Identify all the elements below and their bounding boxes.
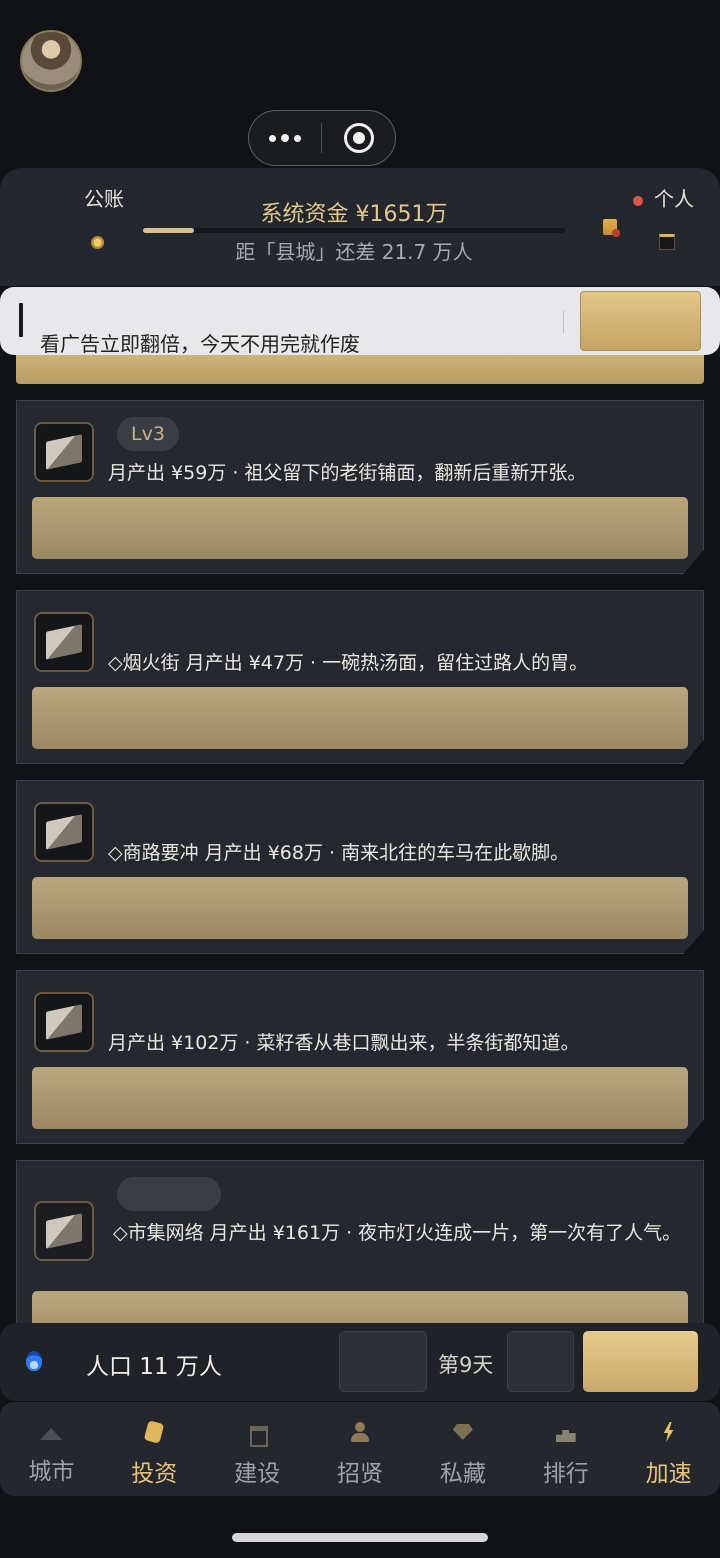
coin-icon (91, 236, 104, 249)
bolt-icon (658, 1422, 680, 1442)
chest-icon[interactable] (659, 234, 675, 250)
unlock-button[interactable] (32, 687, 688, 749)
tab-invest[interactable]: 投资 (103, 1402, 206, 1496)
level-badge: Lv3 (117, 417, 179, 451)
watch-ad-button[interactable] (580, 291, 701, 351)
status-slot-button[interactable] (507, 1331, 574, 1392)
more-menu-button[interactable] (249, 111, 321, 165)
investment-card: 月产出 ¥102万 · 菜籽香从巷口飘出来，半条街都知道。 (16, 970, 704, 1144)
money-icon (143, 1422, 165, 1442)
tab-build[interactable]: 建设 (206, 1402, 309, 1496)
card-description: ◇商路要冲 月产出 ¥68万 · 南来北往的车马在此歇脚。 (108, 842, 570, 864)
home-indicator[interactable] (232, 1533, 488, 1542)
target-icon (343, 123, 374, 153)
close-miniprogram-button[interactable] (322, 123, 395, 153)
flame-icon (26, 1351, 42, 1371)
market-building-icon (34, 1201, 94, 1261)
tab-ranking[interactable]: 排行 (514, 1402, 617, 1496)
system-funds: 系统资金 ¥1651万 (260, 202, 448, 227)
next-city-gap: 距「县城」还差 21.7 万人 (235, 240, 473, 264)
card-description: 月产出 ¥59万 · 祖父留下的老街铺面，翻新后重新开张。 (108, 462, 587, 484)
city-progress-bar (143, 228, 565, 233)
gem-icon (452, 1422, 474, 1442)
investment-card: ◇商路要冲 月产出 ¥68万 · 南来北往的车马在此歇脚。 (16, 780, 704, 954)
tab-label: 投资 (131, 1461, 178, 1487)
ad-toast: 看广告立即翻倍，今天不用完就作废 (0, 287, 720, 356)
courtyard-building-icon (34, 992, 94, 1052)
inn-building-icon (34, 802, 94, 862)
scroll-icon[interactable] (603, 219, 620, 237)
notification-dot (633, 196, 643, 206)
public-account-label[interactable]: 公账 (84, 183, 124, 212)
progress-fill (143, 228, 194, 233)
personal-account-label[interactable]: 个人 (654, 183, 694, 212)
tab-speedup[interactable]: 加速 (617, 1402, 720, 1496)
mountain-icon (40, 1428, 63, 1440)
shop-building-icon (34, 422, 94, 482)
card-description: ◇市集网络 月产出 ¥161万 · 夜市灯火连成一片，第一次有了人气。 (113, 1222, 682, 1244)
card-description: 月产出 ¥102万 · 菜籽香从巷口飘出来，半条街都知道。 (108, 1032, 580, 1054)
card-description: ◇烟火街 月产出 ¥47万 · 一碗热汤面，留住过路人的胃。 (108, 652, 589, 674)
investment-card: ◇烟火街 月产出 ¥47万 · 一碗热汤面，留住过路人的胃。 (16, 590, 704, 764)
tab-label: 招贤 (337, 1461, 383, 1487)
tab-recruit[interactable]: 招贤 (309, 1402, 412, 1496)
tab-label: 排行 (542, 1461, 589, 1487)
person-icon (349, 1422, 371, 1442)
tab-city[interactable]: 城市 (0, 1402, 103, 1496)
tab-label: 城市 (28, 1459, 75, 1485)
tab-label: 加速 (645, 1461, 692, 1487)
avatar[interactable] (20, 30, 82, 92)
toast-divider (563, 311, 564, 333)
unlock-button[interactable] (32, 877, 688, 939)
day-counter: 第9天 (438, 1353, 494, 1377)
status-slot-button[interactable] (339, 1331, 427, 1392)
text-cursor (19, 303, 23, 337)
tab-label: 私藏 (439, 1461, 486, 1487)
toast-message: 看广告立即翻倍，今天不用完就作废 (40, 332, 360, 356)
level-badge-placeholder (117, 1177, 221, 1211)
investment-card: Lv3 月产出 ¥59万 · 祖父留下的老街铺面，翻新后重新开张。 (16, 400, 704, 574)
next-day-button[interactable] (583, 1331, 698, 1392)
upgrade-button[interactable] (32, 497, 688, 559)
tab-label: 建设 (234, 1461, 281, 1487)
building-icon (246, 1422, 269, 1447)
miniprogram-capsule (248, 110, 396, 166)
tab-collection[interactable]: 私藏 (411, 1402, 514, 1496)
status-bar: 人口 11 万人 第9天 (0, 1323, 720, 1401)
population-text: 人口 11 万人 (86, 1354, 222, 1380)
unlock-button[interactable] (32, 1067, 688, 1129)
bottom-tab-bar: 城市 投资 建设 招贤 私藏 排行 加速 (0, 1402, 720, 1496)
street-building-icon (34, 612, 94, 672)
rank-icon (555, 1422, 577, 1442)
